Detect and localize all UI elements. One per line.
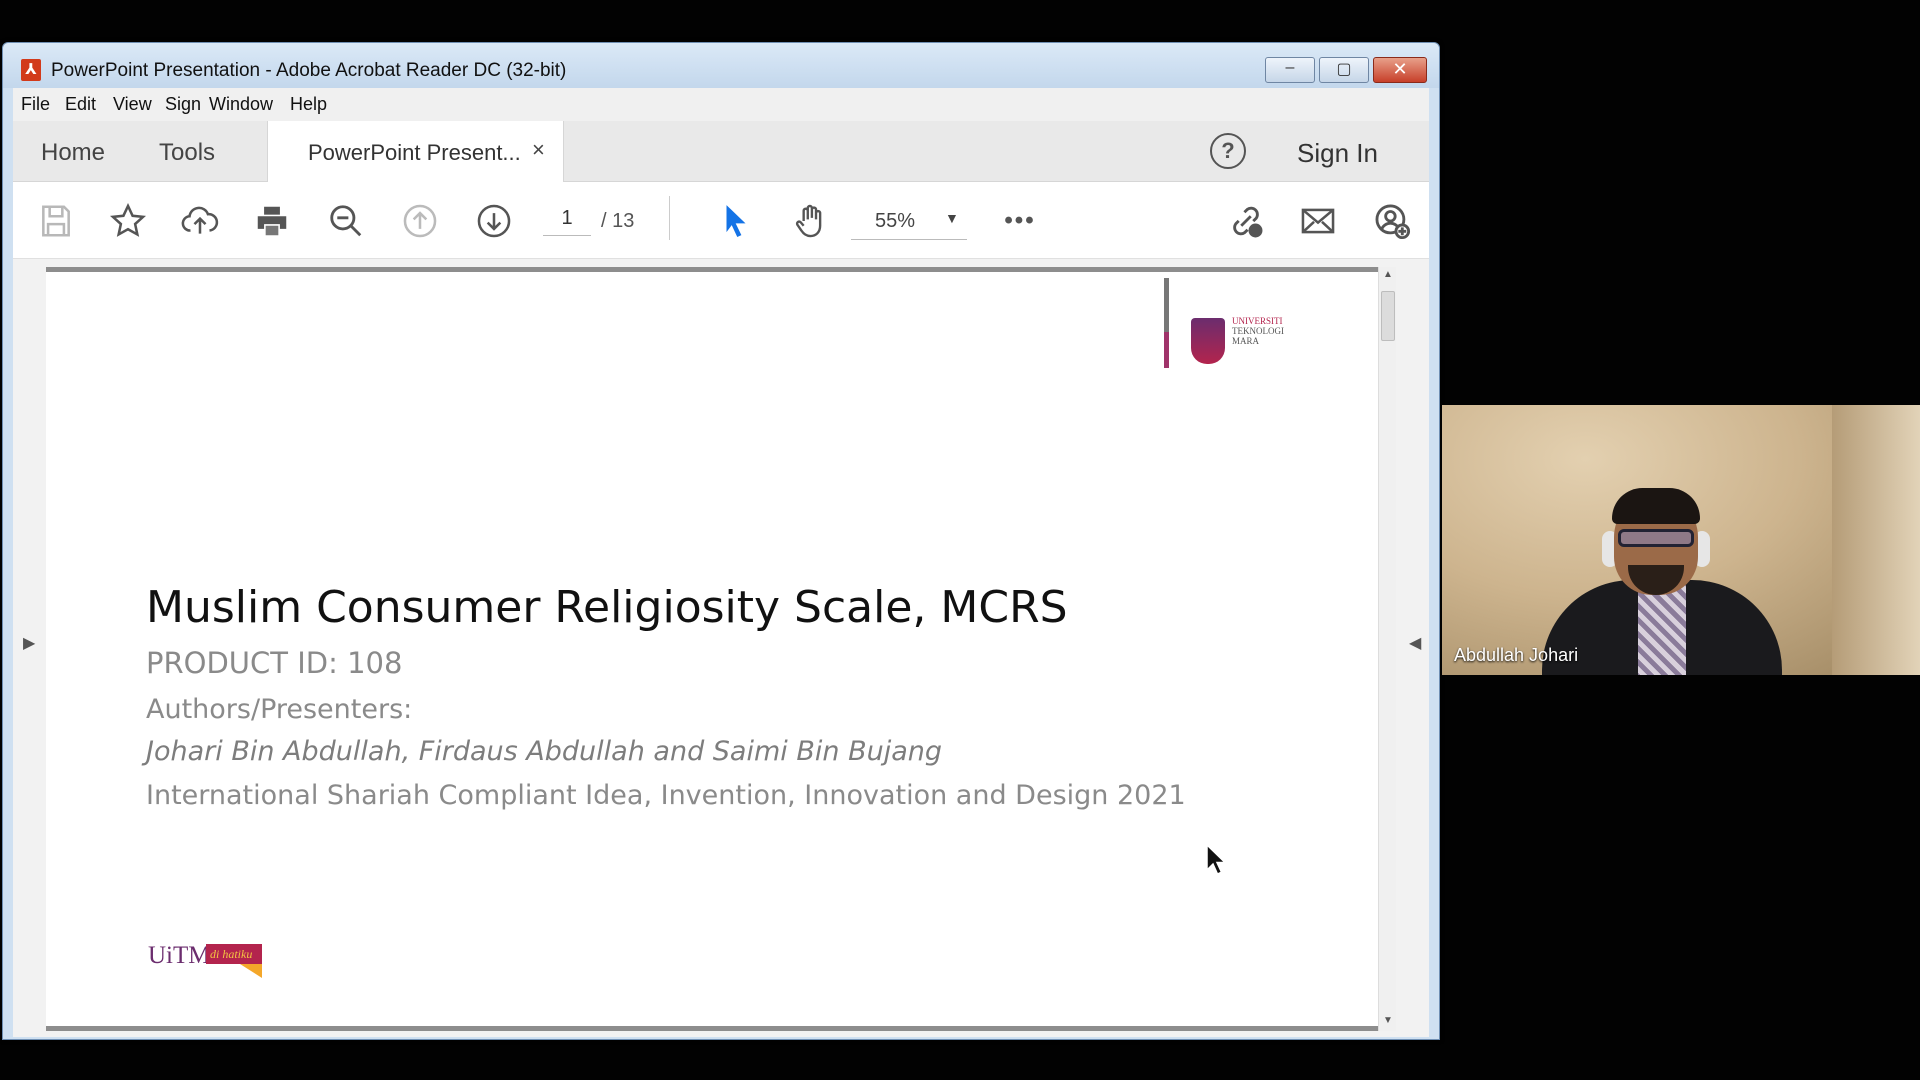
print-icon[interactable] bbox=[251, 200, 293, 242]
menu-sign[interactable]: Sign bbox=[165, 94, 201, 115]
window-title: PowerPoint Presentation - Adobe Acrobat … bbox=[51, 60, 567, 81]
menu-file[interactable]: File bbox=[21, 94, 50, 115]
right-panel-toggle-icon[interactable]: ◀ bbox=[1409, 633, 1421, 653]
acrobat-app-icon: ⅄ bbox=[21, 59, 41, 81]
title-bar: ⅄ PowerPoint Presentation - Adobe Acroba… bbox=[3, 43, 1439, 88]
page-total: / 13 bbox=[601, 210, 635, 232]
menu-edit[interactable]: Edit bbox=[65, 94, 96, 115]
event-name: International Shariah Compliant Idea, In… bbox=[146, 780, 1186, 811]
mail-icon[interactable] bbox=[1297, 200, 1339, 242]
zoom-value: 55% bbox=[875, 210, 916, 232]
authors-label: Authors/Presenters: bbox=[146, 694, 413, 725]
more-icon[interactable]: ••• bbox=[999, 200, 1041, 242]
scroll-up-icon[interactable]: ▲ bbox=[1383, 269, 1393, 280]
mouse-cursor-icon bbox=[1206, 844, 1227, 875]
uitm-crest-text: UNIVERSITI TEKNOLOGI MARA bbox=[1232, 316, 1284, 346]
uitm-footer-logo: UiTM di hatiku bbox=[148, 942, 262, 982]
tab-tools[interactable]: Tools bbox=[159, 139, 215, 167]
page-number-input[interactable] bbox=[543, 202, 591, 236]
menu-window[interactable]: Window bbox=[209, 94, 273, 115]
tab-home[interactable]: Home bbox=[41, 139, 105, 167]
scroll-down-icon[interactable]: ▼ bbox=[1383, 1015, 1393, 1026]
sign-in-button[interactable]: Sign In bbox=[1297, 138, 1378, 169]
scroll-thumb[interactable] bbox=[1381, 291, 1395, 341]
tab-bar: Home Tools PowerPoint Present... × ? Sig… bbox=[13, 121, 1429, 182]
pdf-page: UNIVERSITI TEKNOLOGI MARA Muslim Consume… bbox=[46, 267, 1391, 1031]
link-icon[interactable] bbox=[1225, 200, 1267, 242]
minimize-button[interactable]: – bbox=[1265, 57, 1315, 83]
vertical-scrollbar[interactable]: ▲ ▼ bbox=[1378, 267, 1396, 1031]
close-tab-icon[interactable]: × bbox=[532, 137, 545, 163]
menu-view[interactable]: View bbox=[113, 94, 152, 115]
close-button[interactable]: ✕ bbox=[1373, 57, 1427, 83]
header-divider bbox=[1164, 278, 1169, 368]
select-arrow-icon[interactable] bbox=[715, 200, 757, 242]
page-down-icon[interactable] bbox=[473, 200, 515, 242]
document-tab-label: PowerPoint Present... bbox=[308, 140, 521, 165]
star-icon[interactable] bbox=[107, 200, 149, 242]
menu-help[interactable]: Help bbox=[290, 94, 327, 115]
participant-name: Abdullah Johari bbox=[1454, 645, 1579, 665]
product-id: PRODUCT ID: 108 bbox=[146, 646, 403, 680]
left-panel-toggle-icon[interactable]: ▶ bbox=[23, 633, 35, 653]
authors-names: Johari Bin Abdullah, Firdaus Abdullah an… bbox=[146, 736, 943, 767]
maximize-button[interactable]: ▢ bbox=[1319, 57, 1369, 83]
toolbar-divider bbox=[669, 196, 670, 240]
toolbar: / 13 55% ▼ ••• bbox=[13, 182, 1429, 259]
help-icon[interactable]: ? bbox=[1210, 133, 1246, 169]
zoom-dropdown[interactable]: 55% ▼ bbox=[851, 200, 967, 240]
upload-icon[interactable] bbox=[179, 200, 221, 242]
tab-document[interactable]: PowerPoint Present... × bbox=[267, 121, 564, 182]
add-user-icon[interactable] bbox=[1371, 200, 1413, 242]
acrobat-window: ⅄ PowerPoint Presentation - Adobe Acroba… bbox=[2, 42, 1440, 1040]
uitm-crest-logo bbox=[1191, 318, 1225, 364]
screen: ⅄ PowerPoint Presentation - Adobe Acroba… bbox=[0, 0, 1920, 1080]
slide-title: Muslim Consumer Religiosity Scale, MCRS bbox=[146, 582, 1068, 633]
chevron-down-icon: ▼ bbox=[945, 210, 959, 226]
save-icon[interactable] bbox=[35, 200, 77, 242]
hand-icon[interactable] bbox=[789, 200, 831, 242]
page-up-icon[interactable] bbox=[399, 200, 441, 242]
zoom-out-icon[interactable] bbox=[325, 200, 367, 242]
document-area[interactable]: ▶ ◀ UNIVERSITI TEKNOLOGI MARA Muslim Con… bbox=[13, 259, 1429, 1037]
webcam-tile: Abdullah Johari bbox=[1442, 405, 1920, 675]
